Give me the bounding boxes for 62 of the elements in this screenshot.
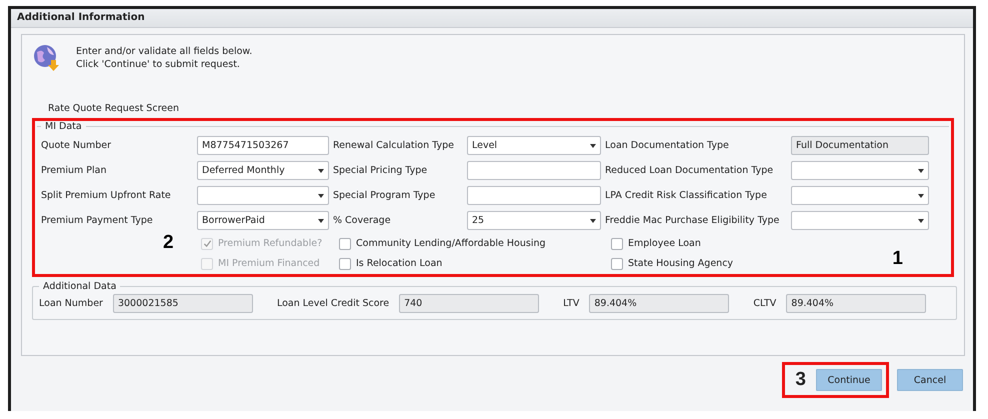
checkbox-label: MI Premium Financed (218, 258, 320, 269)
dropdown-field[interactable] (791, 161, 929, 180)
annotation-number: 1 (892, 248, 903, 270)
field-label: Loan Number (39, 298, 103, 309)
checkbox[interactable] (611, 258, 623, 270)
checkbox[interactable] (339, 258, 351, 270)
input-field[interactable] (467, 161, 601, 180)
checkbox[interactable] (611, 238, 623, 250)
caret-icon (318, 194, 324, 198)
checkbox-label: Premium Refundable? (218, 238, 322, 249)
checkbox-label: Employee Loan (628, 238, 701, 249)
dropdown-field[interactable]: Deferred Monthly (197, 161, 329, 180)
dropdown-field[interactable] (791, 186, 929, 205)
caret-icon (318, 168, 324, 172)
caret-icon (918, 168, 924, 172)
field-label: % Coverage (333, 215, 392, 226)
readonly-field: Full Documentation (791, 136, 929, 155)
field-label: Reduced Loan Documentation Type (605, 165, 774, 176)
field-label: Special Pricing Type (333, 165, 428, 176)
field-label: Premium Payment Type (41, 215, 154, 226)
annotation-number: 3 (795, 369, 806, 391)
checkbox-label: Community Lending/Affordable Housing (356, 238, 546, 249)
checkbox[interactable] (339, 238, 351, 250)
caret-icon (918, 194, 924, 198)
readonly-field: 3000021585 (112, 294, 253, 313)
caret-icon (318, 218, 324, 222)
dropdown-field[interactable] (197, 186, 329, 205)
field-label: LPA Credit Risk Classification Type (605, 190, 768, 201)
field-label: Freddie Mac Purchase Eligibility Type (605, 215, 780, 226)
field-label: Split Premium Upfront Rate (41, 190, 172, 201)
dropdown-field[interactable] (791, 211, 929, 230)
group-title: MI Data (44, 121, 83, 132)
field-label: Renewal Calculation Type (333, 140, 455, 151)
continue-button[interactable]: Continue (816, 369, 882, 391)
screen-title: Rate Quote Request Screen (48, 103, 180, 114)
field-label: Quote Number (41, 140, 112, 151)
checkbox-label: State Housing Agency (628, 258, 734, 269)
dropdown-field[interactable]: 25 (467, 211, 601, 230)
caret-icon (590, 144, 596, 148)
cancel-button[interactable]: Cancel (897, 369, 963, 391)
dropdown-field[interactable]: Level (467, 136, 601, 155)
field-label: Loan Documentation Type (605, 140, 730, 151)
checkbox-label: Is Relocation Loan (356, 258, 442, 269)
dropdown-field[interactable]: BorrowerPaid (197, 211, 329, 230)
field-label: LTV (563, 298, 580, 309)
input-field[interactable] (467, 186, 601, 205)
instruction-text: Enter and/or validate all fields below. (76, 45, 252, 58)
field-label: Special Program Type (333, 190, 436, 201)
instruction-text: Click 'Continue' to submit request. (76, 58, 241, 71)
caret-icon (918, 218, 924, 222)
caret-icon (590, 218, 596, 222)
group-title: Additional Data (42, 281, 118, 292)
input-field[interactable]: M8775471503267 (197, 136, 329, 155)
field-label: Loan Level Credit Score (276, 298, 390, 309)
annotation-number: 2 (163, 232, 174, 254)
readonly-field: 89.404% (589, 294, 730, 313)
readonly-field: 89.404% (786, 294, 926, 313)
field-label: Premium Plan (41, 165, 108, 176)
readonly-field: 740 (399, 294, 540, 313)
globe-download-icon (32, 43, 62, 73)
window-title: Additional Information (11, 9, 973, 28)
field-label: CLTV (753, 298, 776, 309)
